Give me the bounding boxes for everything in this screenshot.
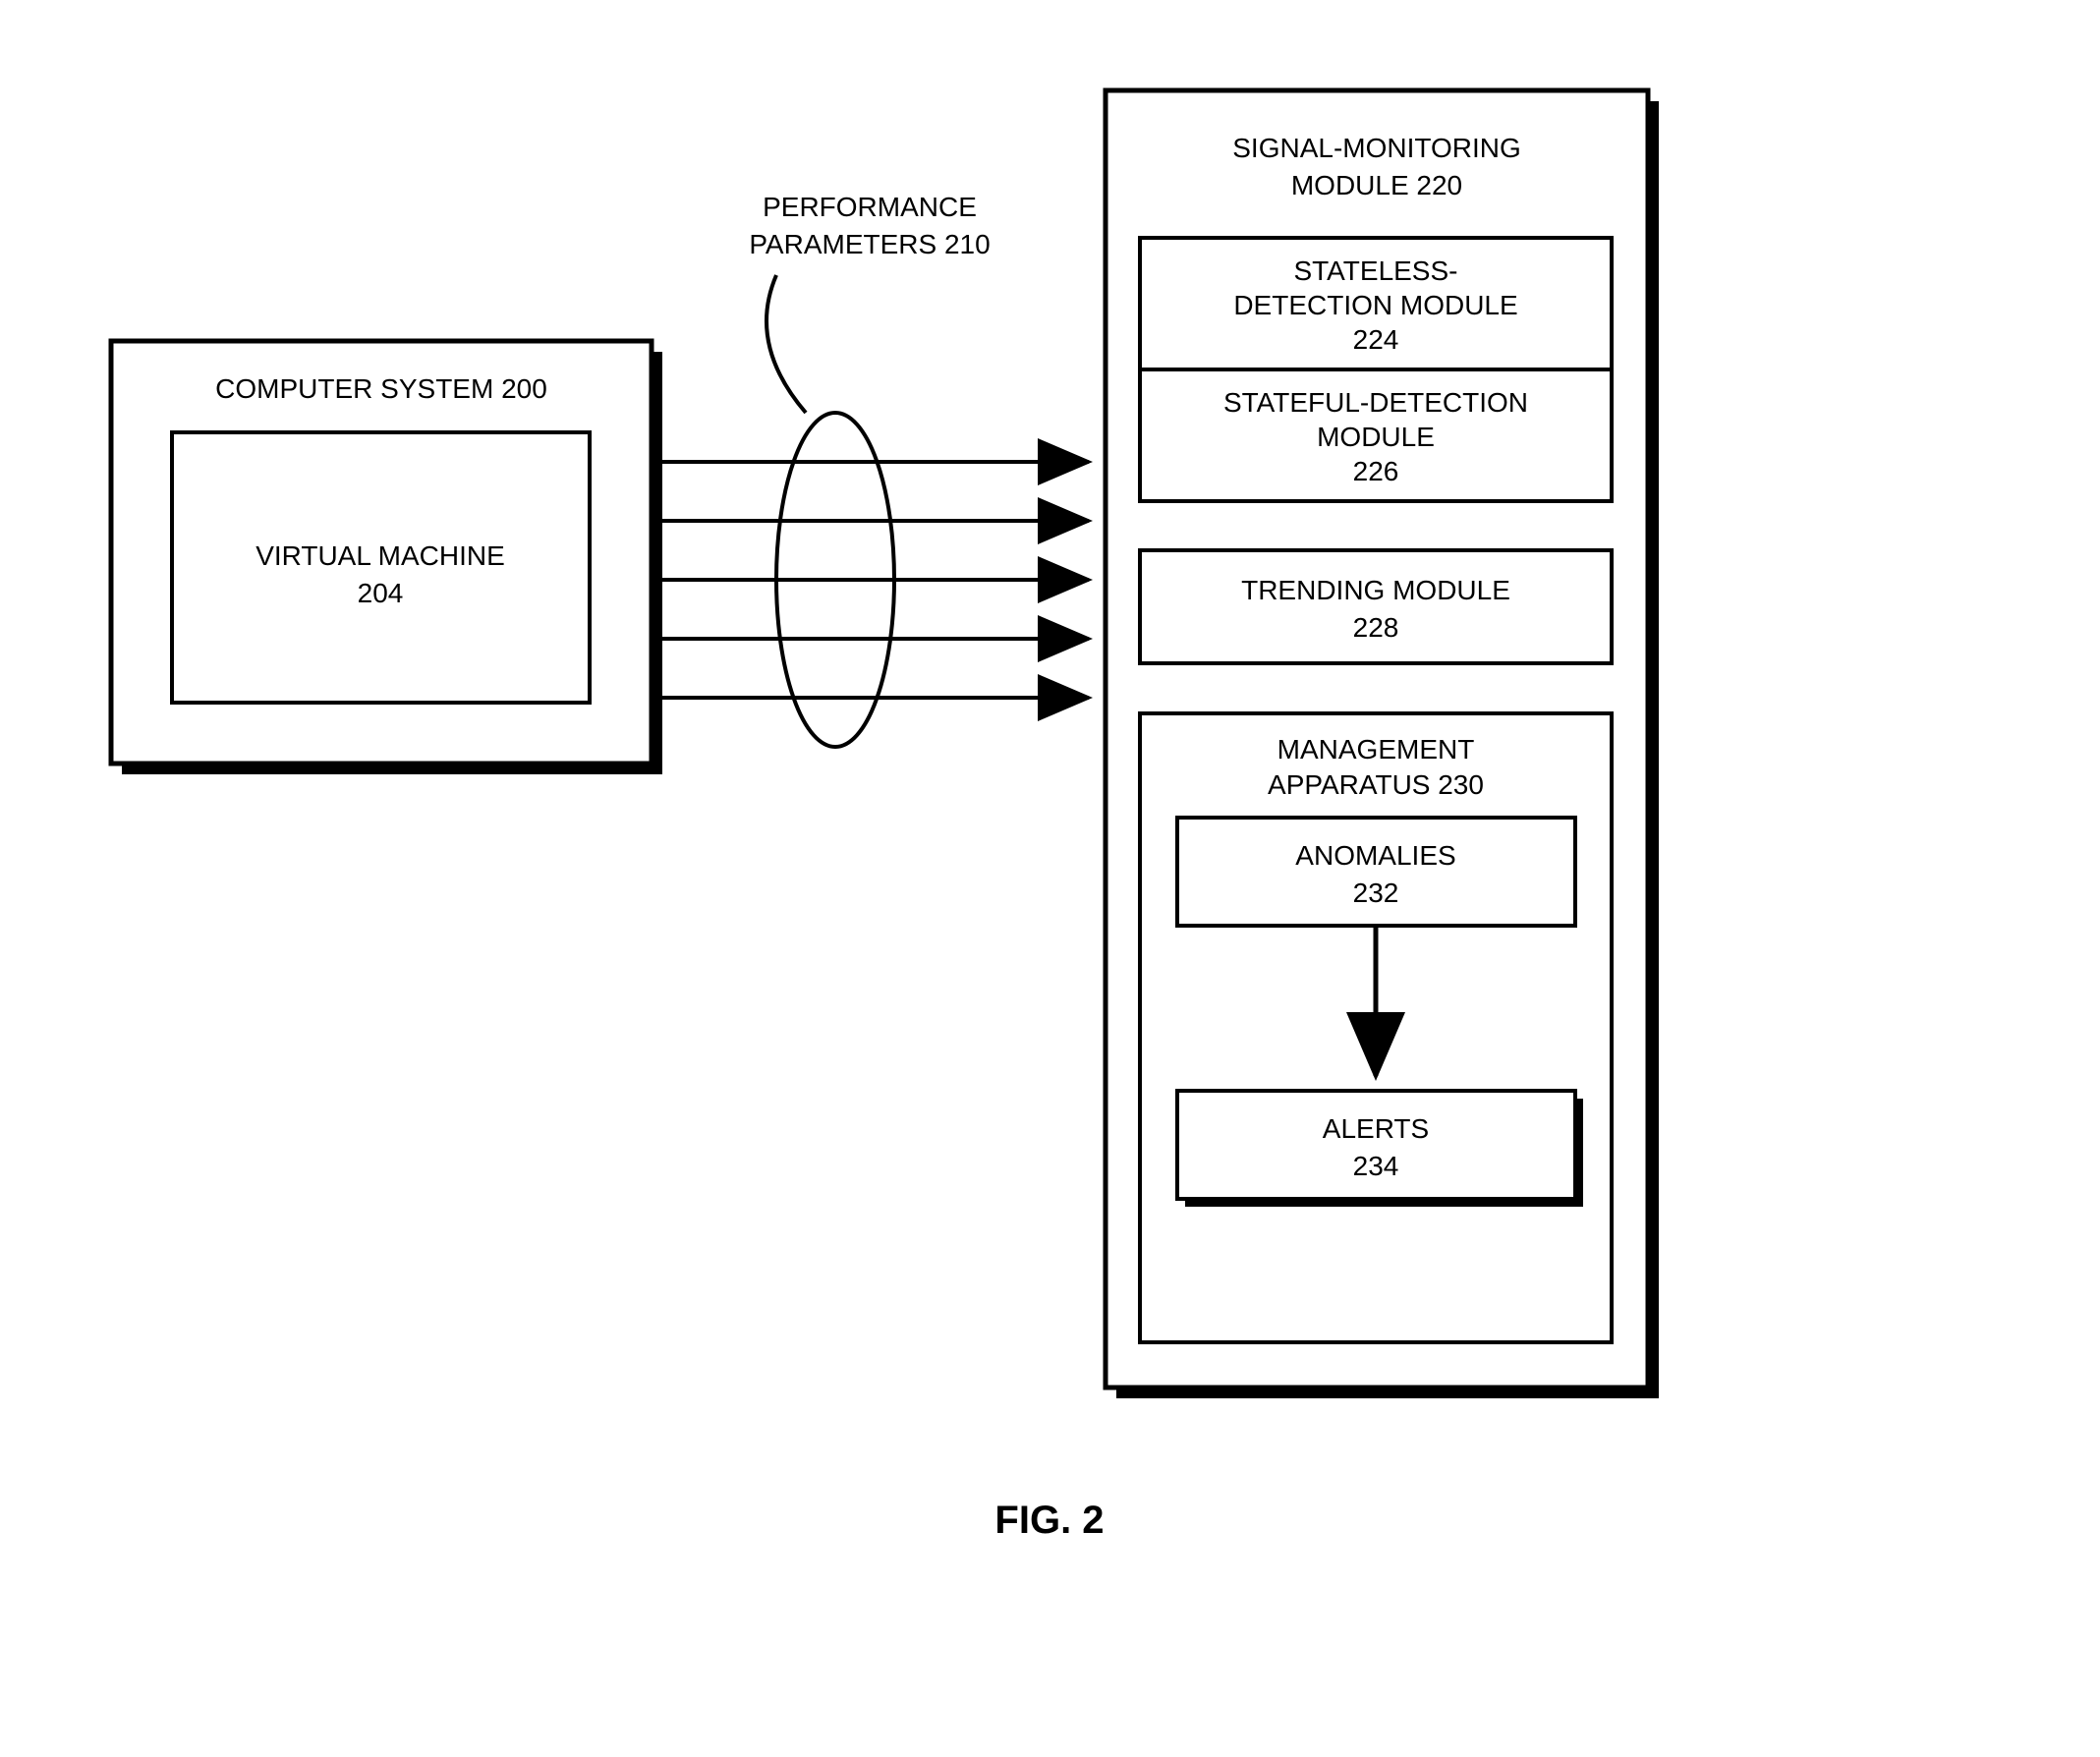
svg-text:STATEFUL-DETECTION: STATEFUL-DETECTION: [1223, 387, 1528, 418]
monitor-title-line2: MODULE 220: [1291, 170, 1462, 200]
svg-text:228: 228: [1353, 612, 1399, 643]
svg-text:STATELESS-: STATELESS-: [1293, 255, 1457, 286]
svg-text:TRENDING MODULE: TRENDING MODULE: [1241, 575, 1510, 605]
svg-text:ANOMALIES: ANOMALIES: [1295, 840, 1455, 871]
svg-text:224: 224: [1353, 324, 1399, 355]
management-title-line1: MANAGEMENT: [1277, 734, 1475, 765]
svg-text:ALERTS: ALERTS: [1323, 1113, 1429, 1144]
management-apparatus-box: MANAGEMENT APPARATUS 230 ANOMALIES 232 A…: [1140, 713, 1612, 1342]
signal-monitoring-module-box: SIGNAL-MONITORING MODULE 220 STATELESS- …: [1106, 90, 1659, 1398]
svg-text:PERFORMANCE: PERFORMANCE: [763, 192, 977, 222]
svg-text:DETECTION MODULE: DETECTION MODULE: [1233, 290, 1517, 320]
svg-text:234: 234: [1353, 1151, 1399, 1181]
virtual-machine-line2: 204: [358, 578, 404, 608]
svg-text:PARAMETERS 210: PARAMETERS 210: [749, 229, 990, 259]
monitor-title-line1: SIGNAL-MONITORING: [1232, 133, 1521, 163]
computer-system-title: COMPUTER SYSTEM 200: [215, 373, 547, 404]
computer-system-box: COMPUTER SYSTEM 200 VIRTUAL MACHINE 204: [111, 341, 662, 774]
svg-text:232: 232: [1353, 878, 1399, 908]
figure-label: FIG. 2: [994, 1499, 1104, 1542]
management-title-line2: APPARATUS 230: [1268, 769, 1484, 800]
stateful-detection-module-box: STATEFUL-DETECTION MODULE 226: [1140, 369, 1612, 501]
svg-text:226: 226: [1353, 456, 1399, 486]
svg-text:MODULE: MODULE: [1317, 422, 1435, 452]
performance-parameters-label: PERFORMANCE PARAMETERS 210: [749, 192, 990, 413]
virtual-machine-line1: VIRTUAL MACHINE: [255, 540, 505, 571]
virtual-machine-box: VIRTUAL MACHINE 204: [172, 432, 590, 703]
alerts-box: ALERTS 234: [1177, 1091, 1583, 1207]
trending-module-box: TRENDING MODULE 228: [1140, 550, 1612, 663]
anomalies-box: ANOMALIES 232: [1177, 818, 1575, 926]
arrow-group: [658, 462, 1089, 698]
stateless-detection-module-box: STATELESS- DETECTION MODULE 224: [1140, 238, 1612, 369]
